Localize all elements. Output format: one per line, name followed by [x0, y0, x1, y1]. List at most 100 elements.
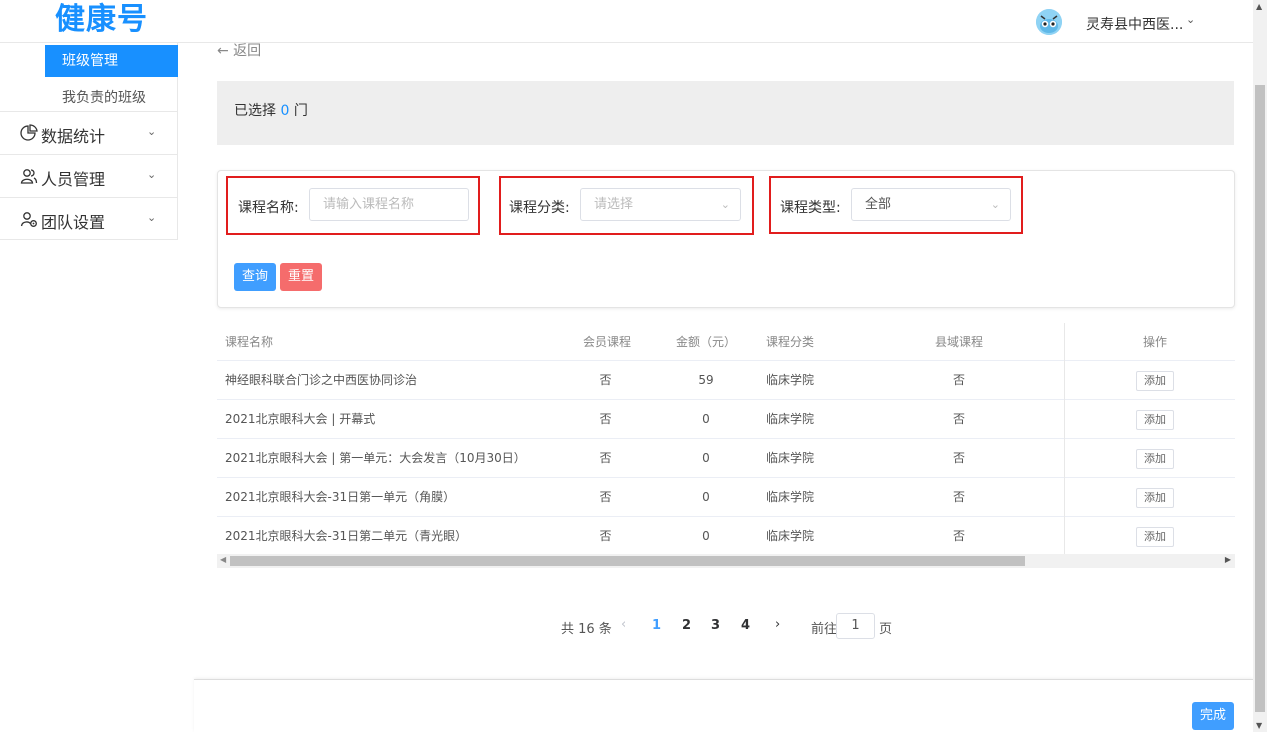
reset-button[interactable]: 重置 [280, 263, 322, 291]
member-cell: 否 [599, 490, 612, 504]
sidebar-item-class-management[interactable]: 班级管理 [45, 45, 178, 77]
table-row: 2021北京眼科大会 | 第一单元：大会发言（10月30日） 否 0 临床学院 … [217, 439, 1235, 478]
course-name-label: 课程名称: [238, 200, 299, 216]
course-type-label: 课程类型: [780, 200, 841, 216]
sidebar-group-label: 数据统计 [41, 127, 106, 146]
amount-cell: 59 [698, 373, 714, 387]
footer-bar [194, 679, 1253, 732]
page-3[interactable]: 3 [711, 618, 720, 633]
course-category-placeholder: 请选择 [594, 197, 634, 212]
goto-page-input[interactable]: 1 [836, 613, 875, 639]
pagination-total: 共 16 条 [561, 622, 612, 637]
course-name-input[interactable]: 请输入课程名称 [309, 188, 469, 221]
table-header: 课程名称 会员课程 金额（元） 课程分类 县域课程 操作 [217, 323, 1235, 361]
chevron-down-icon: ⌄ [147, 211, 157, 224]
goto-prefix: 前往 [811, 622, 838, 637]
course-category-select[interactable]: 请选择 ⌄ [580, 188, 741, 221]
county-cell: 否 [952, 412, 965, 426]
course-name-cell: 2021北京眼科大会-31日第一单元（角膜） [225, 490, 456, 504]
fixed-column-divider [1064, 323, 1065, 554]
sidebar-group-personnel[interactable]: 人员管理 ⌄ [0, 154, 178, 197]
amount-cell: 0 [702, 451, 710, 465]
course-category-label: 课程分类: [509, 200, 570, 216]
category-cell: 临床学院 [766, 373, 815, 387]
page-4[interactable]: 4 [741, 618, 750, 633]
column-header-category: 课程分类 [766, 335, 815, 349]
table-row: 神经眼科联合门诊之中西医协同诊治 否 59 临床学院 否 添加 [217, 361, 1235, 400]
page-1[interactable]: 1 [652, 618, 661, 633]
selection-suffix: 门 [289, 103, 308, 119]
chevron-right-icon[interactable]: › [775, 617, 780, 632]
member-cell: 否 [599, 412, 612, 426]
table-row: 2021北京眼科大会-31日第二单元（青光眼） 否 0 临床学院 否 添加 [217, 517, 1235, 556]
add-course-button[interactable]: 添加 [1136, 370, 1174, 391]
top-header: 健康号 灵寿县中西医... ⌄ [0, 0, 1253, 43]
done-button[interactable]: 完成 [1192, 702, 1234, 730]
course-type-select[interactable]: 全部 ⌄ [851, 188, 1011, 221]
scrollbar-thumb[interactable] [1255, 85, 1265, 712]
column-header-operation: 操作 [1142, 335, 1167, 349]
chevron-down-icon: ⌄ [990, 198, 1000, 211]
county-cell: 否 [952, 451, 965, 465]
team-settings-icon [20, 210, 38, 228]
course-name-cell: 2021北京眼科大会-31日第二单元（青光眼） [225, 529, 468, 543]
scrollbar-thumb[interactable] [230, 556, 1025, 566]
back-link[interactable]: ← 返回 [217, 40, 261, 60]
add-course-button[interactable]: 添加 [1136, 487, 1174, 508]
course-name-cell: 2021北京眼科大会 | 第一单元：大会发言（10月30日） [225, 451, 526, 465]
sidebar-group-statistics[interactable]: 数据统计 ⌄ [0, 111, 178, 154]
course-name-cell: 2021北京眼科大会 | 开幕式 [225, 412, 376, 426]
chevron-left-icon[interactable]: ‹ [621, 617, 626, 632]
amount-cell: 0 [702, 529, 710, 543]
add-course-button[interactable]: 添加 [1136, 448, 1174, 469]
category-cell: 临床学院 [766, 529, 815, 543]
county-cell: 否 [952, 529, 965, 543]
page-vertical-scrollbar[interactable]: ▲ ▼ [1253, 0, 1267, 732]
sidebar-item-my-classes[interactable]: 我负责的班级 [62, 87, 146, 107]
sidebar-group-label: 团队设置 [41, 213, 106, 232]
add-course-button[interactable]: 添加 [1136, 409, 1174, 430]
operation-cell: 添加 [1125, 478, 1185, 516]
selection-text: 已选择 0 门 [234, 100, 308, 120]
goto-suffix: 页 [879, 622, 893, 637]
operation-cell: 添加 [1125, 361, 1185, 399]
table-row: 2021北京眼科大会-31日第一单元（角膜） 否 0 临床学院 否 添加 [217, 478, 1235, 517]
member-cell: 否 [599, 529, 612, 543]
scroll-left-icon[interactable]: ◀ [220, 555, 226, 564]
amount-cell: 0 [702, 490, 710, 504]
scroll-right-icon[interactable]: ▶ [1225, 555, 1231, 564]
column-header-name: 课程名称 [225, 335, 274, 349]
sidebar: 班级管理 我负责的班级 数据统计 ⌄ 人员管理 ⌄ 团队设置 ⌄ [0, 43, 178, 240]
selection-summary: 已选择 0 门 [217, 81, 1234, 145]
operation-cell: 添加 [1125, 439, 1185, 477]
user-avatar[interactable] [1036, 9, 1062, 35]
category-cell: 临床学院 [766, 490, 815, 504]
amount-cell: 0 [702, 412, 710, 426]
sidebar-group-label: 人员管理 [41, 170, 106, 189]
column-header-amount: 金额（元） [676, 335, 737, 349]
scroll-up-icon[interactable]: ▲ [1256, 2, 1262, 11]
column-header-member: 会员课程 [583, 335, 632, 349]
course-name-cell: 神经眼科联合门诊之中西医协同诊治 [225, 373, 418, 387]
chevron-down-icon: ⌄ [147, 168, 157, 181]
county-cell: 否 [952, 373, 965, 387]
scroll-down-icon[interactable]: ▼ [1256, 721, 1262, 730]
operation-cell: 添加 [1125, 400, 1185, 438]
chevron-down-icon[interactable]: ⌄ [1186, 13, 1195, 26]
app-logo[interactable]: 健康号 [55, 1, 148, 39]
sidebar-group-team-settings[interactable]: 团队设置 ⌄ [0, 197, 178, 240]
add-course-button[interactable]: 添加 [1136, 526, 1174, 547]
selection-prefix: 已选择 [234, 103, 281, 119]
table-horizontal-scrollbar[interactable]: ◀ ▶ [217, 554, 1235, 568]
query-button[interactable]: 查询 [234, 263, 276, 291]
table-row: 2021北京眼科大会 | 开幕式 否 0 临床学院 否 添加 [217, 400, 1235, 439]
user-name[interactable]: 灵寿县中西医... [1086, 14, 1183, 34]
member-cell: 否 [599, 451, 612, 465]
column-header-county: 县域课程 [934, 335, 983, 349]
users-icon [20, 167, 38, 185]
operation-cell: 添加 [1125, 517, 1185, 555]
page-2[interactable]: 2 [682, 618, 691, 633]
course-type-value: 全部 [865, 197, 892, 212]
member-cell: 否 [599, 373, 612, 387]
category-cell: 临床学院 [766, 412, 815, 426]
